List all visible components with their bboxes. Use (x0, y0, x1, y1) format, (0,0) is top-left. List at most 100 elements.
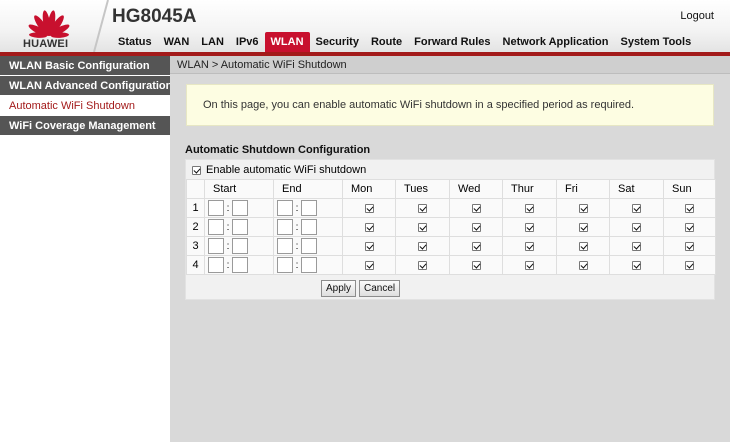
device-model: HG8045A (112, 6, 197, 28)
end-minute-input[interactable] (301, 200, 317, 216)
start-hour-input[interactable] (208, 200, 224, 216)
nav-lan[interactable]: LAN (195, 32, 230, 52)
time-colon: : (293, 260, 301, 271)
col-fri: Fri (557, 180, 610, 199)
col-thur: Thur (503, 180, 557, 199)
nav-wlan[interactable]: WLAN (265, 32, 310, 52)
sidebar-item-wifi-coverage[interactable]: WiFi Coverage Management (0, 116, 170, 136)
fri-checkbox[interactable] (579, 261, 588, 270)
time-colon: : (293, 222, 301, 233)
col-sat: Sat (610, 180, 664, 199)
logout-link[interactable]: Logout (680, 10, 714, 22)
mon-checkbox[interactable] (365, 261, 374, 270)
shutdown-config-panel: Enable automatic WiFi shutdown Start End… (185, 159, 715, 300)
end-hour-input[interactable] (277, 257, 293, 273)
end-minute-input[interactable] (301, 219, 317, 235)
end-hour-input[interactable] (277, 200, 293, 216)
start-time-cell: : (205, 199, 274, 218)
sun-checkbox[interactable] (685, 261, 694, 270)
tues-checkbox[interactable] (418, 223, 427, 232)
end-minute-input[interactable] (301, 238, 317, 254)
breadcrumb: WLAN > Automatic WiFi Shutdown (170, 56, 730, 74)
table-row: 1 : : (187, 199, 716, 218)
col-end: End (274, 180, 343, 199)
start-hour-input[interactable] (208, 238, 224, 254)
nav-route[interactable]: Route (365, 32, 408, 52)
fri-checkbox[interactable] (579, 204, 588, 213)
wed-checkbox[interactable] (472, 204, 481, 213)
sat-checkbox[interactable] (632, 261, 641, 270)
sat-checkbox[interactable] (632, 223, 641, 232)
thur-checkbox[interactable] (525, 261, 534, 270)
end-time-cell: : (274, 218, 343, 237)
cancel-button[interactable]: Cancel (359, 280, 400, 297)
sun-checkbox[interactable] (685, 242, 694, 251)
end-time-cell: : (274, 256, 343, 275)
mon-checkbox[interactable] (365, 204, 374, 213)
nav-forward-rules[interactable]: Forward Rules (408, 32, 496, 52)
tues-checkbox[interactable] (418, 204, 427, 213)
thur-checkbox[interactable] (525, 242, 534, 251)
row-index: 2 (187, 218, 205, 237)
end-hour-input[interactable] (277, 219, 293, 235)
start-minute-input[interactable] (232, 238, 248, 254)
time-colon: : (224, 260, 232, 271)
time-colon: : (224, 241, 232, 252)
brand-name: HUAWEI (23, 38, 68, 50)
col-sun: Sun (664, 180, 716, 199)
enable-shutdown-label: Enable automatic WiFi shutdown (206, 164, 366, 176)
sat-checkbox[interactable] (632, 242, 641, 251)
mon-checkbox[interactable] (365, 223, 374, 232)
sidebar-item-wlan-advanced[interactable]: WLAN Advanced Configuration (0, 76, 170, 96)
fri-checkbox[interactable] (579, 242, 588, 251)
apply-button[interactable]: Apply (321, 280, 356, 297)
sun-checkbox[interactable] (685, 204, 694, 213)
enable-row: Enable automatic WiFi shutdown (192, 163, 366, 177)
row-index: 3 (187, 237, 205, 256)
start-hour-input[interactable] (208, 219, 224, 235)
table-header-row: Start End Mon Tues Wed Thur Fri Sat Sun (187, 180, 716, 199)
enable-shutdown-checkbox[interactable] (192, 166, 201, 175)
start-time-cell: : (205, 218, 274, 237)
sidebar-item-auto-wifi-shutdown[interactable]: Automatic WiFi Shutdown (0, 96, 170, 116)
start-time-cell: : (205, 256, 274, 275)
col-mon: Mon (343, 180, 396, 199)
tues-checkbox[interactable] (418, 261, 427, 270)
schedule-table: Start End Mon Tues Wed Thur Fri Sat Sun … (186, 179, 716, 275)
nav-status[interactable]: Status (112, 32, 158, 52)
mon-checkbox[interactable] (365, 242, 374, 251)
table-row: 4 : : (187, 256, 716, 275)
wed-checkbox[interactable] (472, 261, 481, 270)
header: HUAWEI HG8045A Logout Status WAN LAN IPv… (0, 0, 730, 54)
sidebar-item-wlan-basic[interactable]: WLAN Basic Configuration (0, 56, 170, 76)
main-nav: Status WAN LAN IPv6 WLAN Security Route … (112, 32, 697, 52)
table-row: 2 : : (187, 218, 716, 237)
start-hour-input[interactable] (208, 257, 224, 273)
tues-checkbox[interactable] (418, 242, 427, 251)
nav-ipv6[interactable]: IPv6 (230, 32, 265, 52)
end-time-cell: : (274, 237, 343, 256)
time-colon: : (224, 203, 232, 214)
col-tues: Tues (396, 180, 450, 199)
sidebar: WLAN Basic Configuration WLAN Advanced C… (0, 56, 170, 442)
thur-checkbox[interactable] (525, 223, 534, 232)
wed-checkbox[interactable] (472, 223, 481, 232)
end-hour-input[interactable] (277, 238, 293, 254)
sun-checkbox[interactable] (685, 223, 694, 232)
nav-network-application[interactable]: Network Application (497, 32, 615, 52)
nav-system-tools[interactable]: System Tools (614, 32, 697, 52)
nav-wan[interactable]: WAN (158, 32, 196, 52)
wed-checkbox[interactable] (472, 242, 481, 251)
fri-checkbox[interactable] (579, 223, 588, 232)
table-row: 3 : : (187, 237, 716, 256)
col-index (187, 180, 205, 199)
col-start: Start (205, 180, 274, 199)
start-minute-input[interactable] (232, 257, 248, 273)
start-minute-input[interactable] (232, 219, 248, 235)
start-minute-input[interactable] (232, 200, 248, 216)
col-wed: Wed (450, 180, 503, 199)
sat-checkbox[interactable] (632, 204, 641, 213)
nav-security[interactable]: Security (310, 32, 365, 52)
end-minute-input[interactable] (301, 257, 317, 273)
thur-checkbox[interactable] (525, 204, 534, 213)
